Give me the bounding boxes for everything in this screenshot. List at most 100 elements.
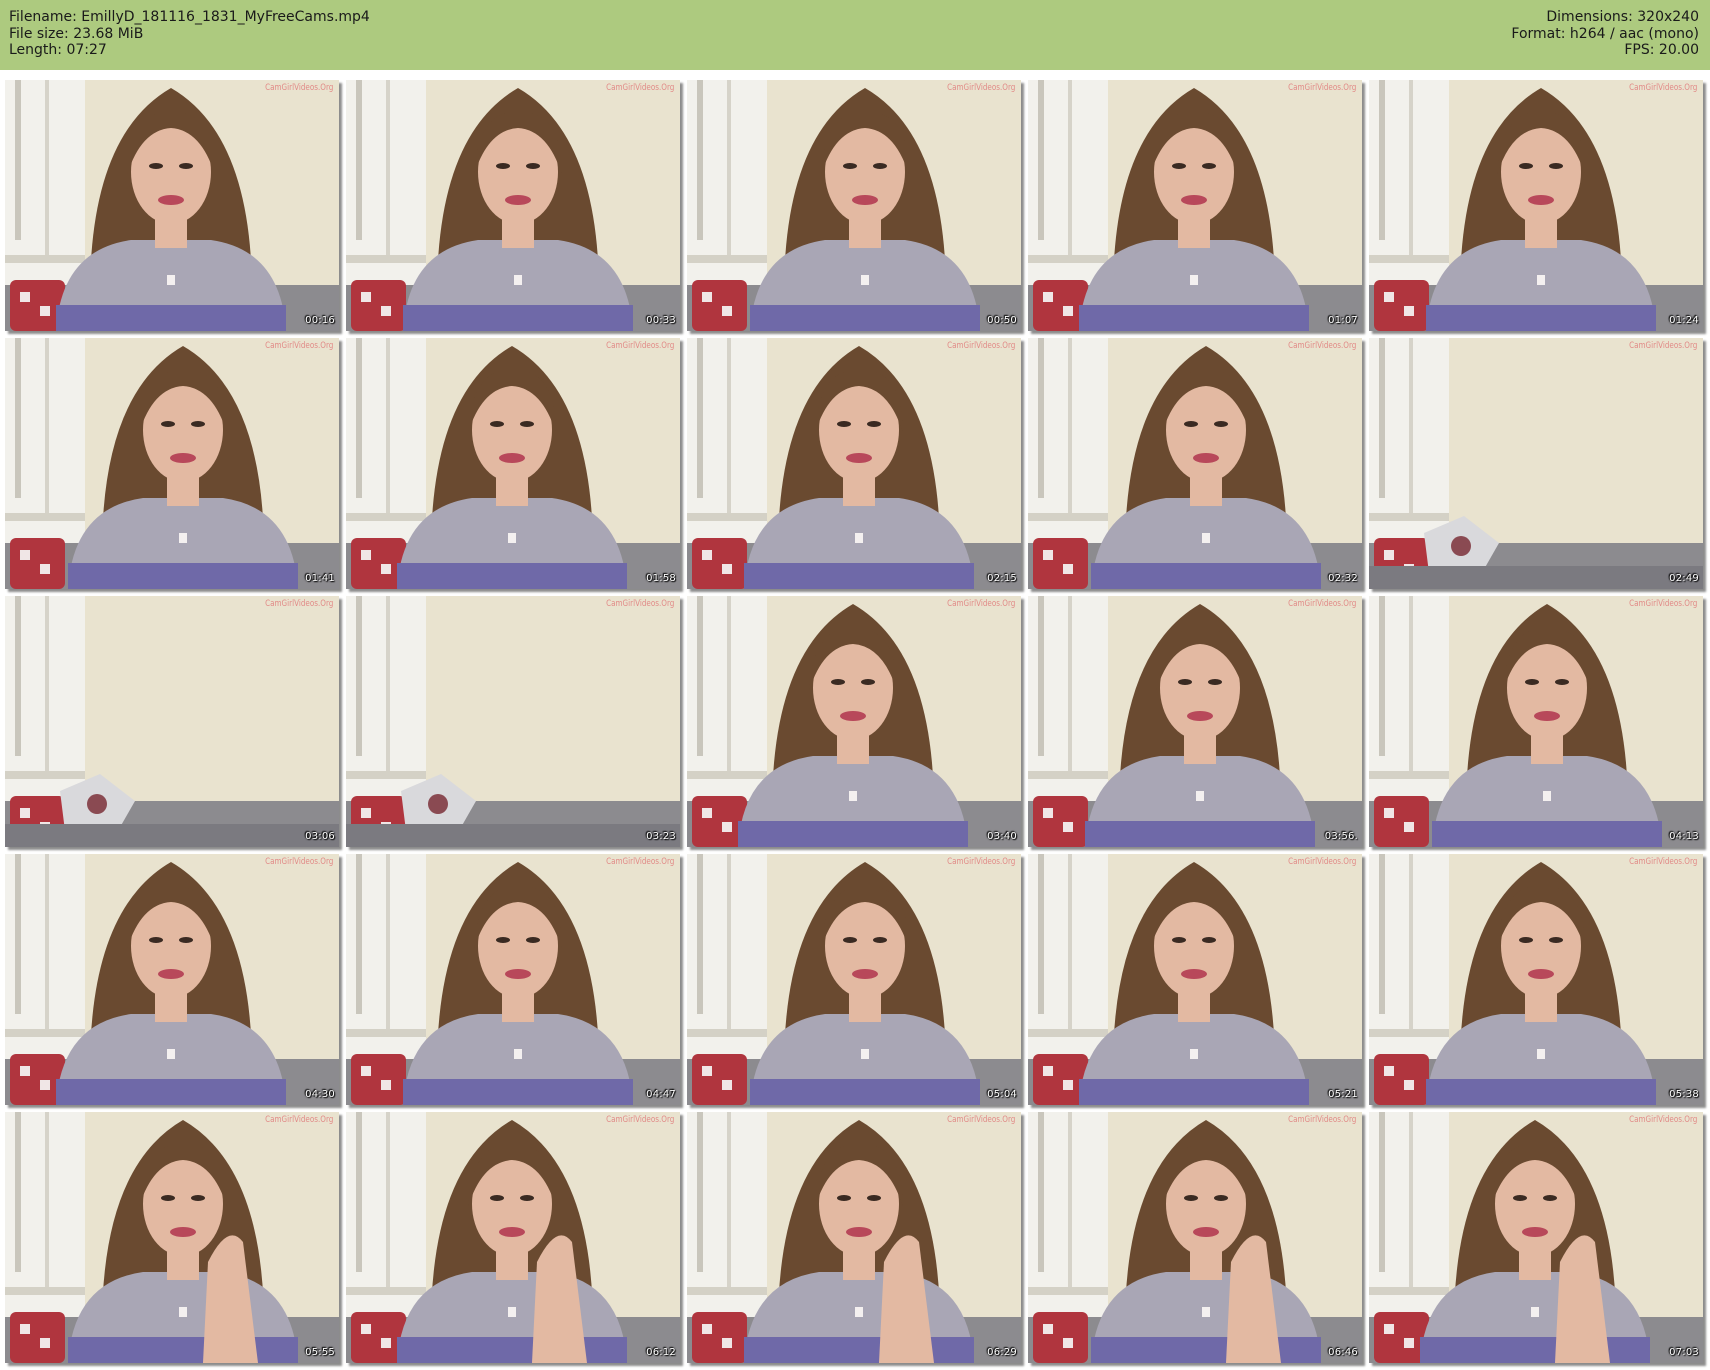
frame-timestamp: 02:49 <box>1669 573 1699 584</box>
format-label: Format: h264 / aac (mono) <box>1511 25 1699 42</box>
video-thumbnail: CamGirlVideos.Org 04:47 <box>346 854 680 1105</box>
video-thumbnail: CamGirlVideos.Org 05:38 <box>1369 854 1703 1105</box>
frame-image <box>687 1112 1021 1363</box>
watermark-logo: CamGirlVideos.Org <box>1628 1115 1697 1125</box>
video-thumbnail: CamGirlVideos.Org 01:41 <box>5 338 339 589</box>
frame-timestamp: 00:33 <box>646 315 676 326</box>
frame-image <box>1028 1112 1362 1363</box>
frame-image <box>1369 854 1703 1105</box>
frame-image <box>346 596 680 847</box>
watermark-logo: CamGirlVideos.Org <box>264 1115 333 1125</box>
frame-timestamp: 00:50 <box>987 315 1017 326</box>
watermark-logo: CamGirlVideos.Org <box>264 341 333 351</box>
frame-image <box>1028 854 1362 1105</box>
watermark-logo: CamGirlVideos.Org <box>946 857 1015 867</box>
video-thumbnail: CamGirlVideos.Org 05:55 <box>5 1112 339 1363</box>
video-thumbnail: CamGirlVideos.Org 03:06 <box>5 596 339 847</box>
frame-timestamp: 02:32 <box>1328 573 1358 584</box>
watermark-logo: CamGirlVideos.Org <box>1628 599 1697 609</box>
frame-image <box>1028 338 1362 589</box>
frame-image <box>346 338 680 589</box>
watermark-logo: CamGirlVideos.Org <box>264 857 333 867</box>
frame-timestamp: 04:30 <box>305 1089 335 1100</box>
video-thumbnail: CamGirlVideos.Org 03:40 <box>687 596 1021 847</box>
video-thumbnail: CamGirlVideos.Org 00:16 <box>5 80 339 331</box>
frame-timestamp: 05:04 <box>987 1089 1017 1100</box>
frame-timestamp: 03:06 <box>305 831 335 842</box>
video-thumbnail: CamGirlVideos.Org 03:56. <box>1028 596 1362 847</box>
frame-image <box>5 338 339 589</box>
watermark-logo: CamGirlVideos.Org <box>605 599 674 609</box>
video-thumbnail: CamGirlVideos.Org 06:12 <box>346 1112 680 1363</box>
frame-timestamp: 05:21 <box>1328 1089 1358 1100</box>
watermark-logo: CamGirlVideos.Org <box>946 599 1015 609</box>
watermark-logo: CamGirlVideos.Org <box>946 341 1015 351</box>
frame-timestamp: 05:55 <box>305 1347 335 1358</box>
frame-timestamp: 03:40 <box>987 831 1017 842</box>
video-thumbnail: CamGirlVideos.Org 06:29 <box>687 1112 1021 1363</box>
video-thumbnail: CamGirlVideos.Org 04:13 <box>1369 596 1703 847</box>
frame-timestamp: 04:47 <box>646 1089 676 1100</box>
video-thumbnail: CamGirlVideos.Org 01:58 <box>346 338 680 589</box>
length-label: Length: 07:27 <box>9 42 107 58</box>
frame-image <box>1028 80 1362 331</box>
frame-image <box>1369 338 1703 589</box>
filename-label: Filename: EmillyD_181116_1831_MyFreeCams… <box>9 9 370 25</box>
frame-image <box>346 1112 680 1363</box>
frame-timestamp: 02:15 <box>987 573 1017 584</box>
watermark-logo: CamGirlVideos.Org <box>605 1115 674 1125</box>
video-thumbnail: CamGirlVideos.Org 02:15 <box>687 338 1021 589</box>
watermark-logo: CamGirlVideos.Org <box>1287 83 1356 93</box>
video-thumbnail: CamGirlVideos.Org 01:07 <box>1028 80 1362 331</box>
watermark-logo: CamGirlVideos.Org <box>1287 599 1356 609</box>
frame-timestamp: 03:56. <box>1324 831 1358 842</box>
frame-timestamp: 06:12 <box>646 1347 676 1358</box>
watermark-logo: CamGirlVideos.Org <box>605 83 674 93</box>
frame-image <box>687 80 1021 331</box>
frame-image <box>5 1112 339 1363</box>
video-thumbnail: CamGirlVideos.Org 01:24 <box>1369 80 1703 331</box>
frame-image <box>346 854 680 1105</box>
frame-image <box>687 854 1021 1105</box>
frame-image <box>687 338 1021 589</box>
frame-image <box>5 854 339 1105</box>
frame-timestamp: 05:38 <box>1669 1089 1699 1100</box>
frame-timestamp: 07:03 <box>1669 1347 1699 1358</box>
frame-timestamp: 03:23 <box>646 831 676 842</box>
watermark-logo: CamGirlVideos.Org <box>1287 1115 1356 1125</box>
video-thumbnail: CamGirlVideos.Org 05:04 <box>687 854 1021 1105</box>
frame-timestamp: 06:29 <box>987 1347 1017 1358</box>
frame-timestamp: 01:58 <box>646 573 676 584</box>
thumbnail-grid: CamGirlVideos.Org 00:16 CamGirlVideos.Org 0… <box>5 80 1705 1366</box>
watermark-logo: CamGirlVideos.Org <box>264 83 333 93</box>
watermark-logo: CamGirlVideos.Org <box>1628 83 1697 93</box>
frame-image <box>1369 1112 1703 1363</box>
video-thumbnail: CamGirlVideos.Org 03:23 <box>346 596 680 847</box>
info-header: Filename: EmillyD_181116_1831_MyFreeCams… <box>0 0 1710 70</box>
frame-timestamp: 01:41 <box>305 573 335 584</box>
video-thumbnail: CamGirlVideos.Org 04:30 <box>5 854 339 1105</box>
frame-image <box>5 80 339 331</box>
video-thumbnail: CamGirlVideos.Org 05:21 <box>1028 854 1362 1105</box>
frame-image <box>5 596 339 847</box>
file-info-left: Filename: EmillyD_181116_1831_MyFreeCams… <box>9 9 370 59</box>
watermark-logo: CamGirlVideos.Org <box>946 83 1015 93</box>
watermark-logo: CamGirlVideos.Org <box>946 1115 1015 1125</box>
file-info-right: Dimensions: 320x240 Format: h264 / aac (… <box>1511 9 1699 59</box>
watermark-logo: CamGirlVideos.Org <box>1628 857 1697 867</box>
video-thumbnail: CamGirlVideos.Org 06:46 <box>1028 1112 1362 1363</box>
frame-image <box>346 80 680 331</box>
watermark-logo: CamGirlVideos.Org <box>264 599 333 609</box>
video-thumbnail: CamGirlVideos.Org 02:32 <box>1028 338 1362 589</box>
frame-timestamp: 04:13 <box>1669 831 1699 842</box>
dimensions-label: Dimensions: 320x240 <box>1546 9 1699 25</box>
video-thumbnail: CamGirlVideos.Org 02:49 <box>1369 338 1703 589</box>
watermark-logo: CamGirlVideos.Org <box>605 857 674 867</box>
frame-timestamp: 00:16 <box>305 315 335 326</box>
frame-image <box>1369 596 1703 847</box>
filesize-label: File size: 23.68 MiB <box>9 25 144 42</box>
watermark-logo: CamGirlVideos.Org <box>1628 341 1697 351</box>
frame-image <box>687 596 1021 847</box>
video-thumbnail: CamGirlVideos.Org 00:50 <box>687 80 1021 331</box>
watermark-logo: CamGirlVideos.Org <box>1287 857 1356 867</box>
